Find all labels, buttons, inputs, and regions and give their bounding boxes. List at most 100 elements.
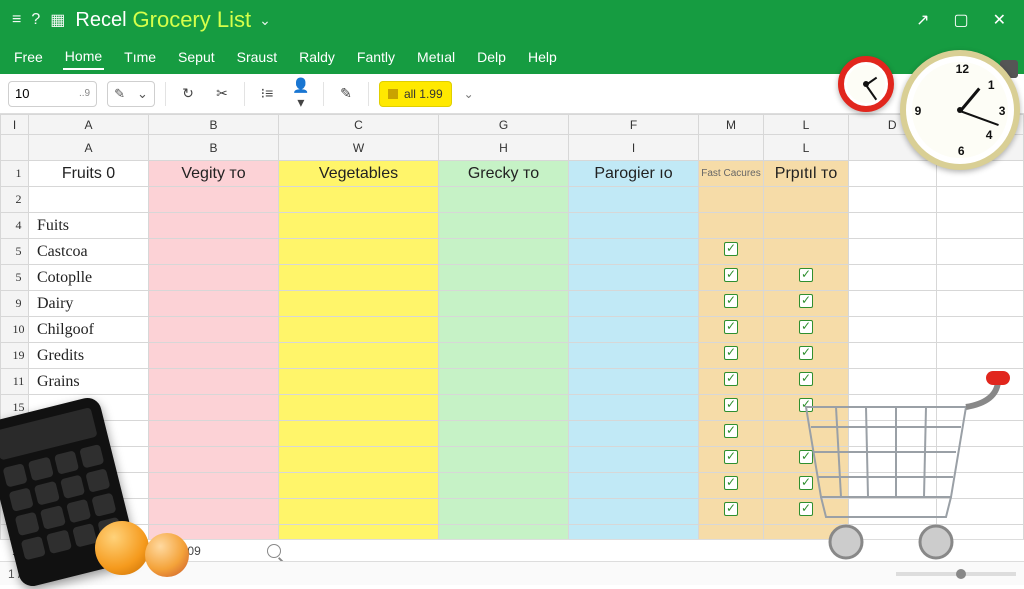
font-size-box[interactable]: ..9 [8, 81, 97, 107]
cell[interactable] [699, 291, 764, 317]
col-header[interactable]: A [29, 115, 149, 135]
col-header[interactable]: L [764, 115, 849, 135]
cell[interactable] [849, 161, 937, 187]
cell[interactable] [569, 499, 699, 525]
cell[interactable] [149, 473, 279, 499]
cell[interactable] [936, 187, 1024, 213]
cell[interactable] [764, 187, 849, 213]
format-icon[interactable]: ⁝≡ [255, 85, 279, 102]
cell[interactable] [569, 343, 699, 369]
cell[interactable] [149, 369, 279, 395]
col-header[interactable]: F [569, 115, 699, 135]
cell[interactable] [699, 213, 764, 239]
cell[interactable] [149, 291, 279, 317]
table-row[interactable]: 2 [1, 187, 1024, 213]
cell[interactable] [149, 213, 279, 239]
cell[interactable]: Castcoa [29, 239, 149, 265]
cell[interactable] [569, 317, 699, 343]
tab-fantly[interactable]: Fantly [355, 45, 397, 69]
row-header[interactable]: 5 [1, 239, 29, 265]
cell[interactable]: Cotoplle [29, 265, 149, 291]
cell[interactable]: Fuits [29, 213, 149, 239]
cell[interactable] [849, 265, 937, 291]
cell[interactable] [149, 421, 279, 447]
cell[interactable] [699, 447, 764, 473]
checkbox-icon[interactable] [724, 398, 738, 412]
checkbox-icon[interactable] [799, 346, 813, 360]
cell[interactable] [699, 343, 764, 369]
cell[interactable] [279, 187, 439, 213]
table-row[interactable]: 5Castcoa [1, 239, 1024, 265]
cell[interactable] [849, 343, 937, 369]
cell[interactable] [764, 291, 849, 317]
checkbox-icon[interactable] [724, 476, 738, 490]
row-header[interactable]: 9 [1, 291, 29, 317]
tab-time[interactable]: Tıme [122, 45, 158, 69]
checkbox-icon[interactable] [799, 268, 813, 282]
cell[interactable] [569, 421, 699, 447]
cell[interactable] [279, 395, 439, 421]
row-header[interactable]: 5 [1, 265, 29, 291]
cell[interactable] [764, 317, 849, 343]
highlight-pill[interactable]: all 1.99 [379, 81, 452, 107]
cell[interactable]: Vegity ᴛo [149, 161, 279, 187]
table-row[interactable]: 10Chilgoof [1, 317, 1024, 343]
cell[interactable] [279, 213, 439, 239]
cell[interactable] [936, 317, 1024, 343]
cell[interactable] [569, 369, 699, 395]
document-title[interactable]: Grocery List [133, 7, 252, 33]
cell[interactable] [764, 343, 849, 369]
tab-free[interactable]: Free [12, 45, 45, 69]
cell[interactable] [569, 291, 699, 317]
cell[interactable] [936, 265, 1024, 291]
cell[interactable] [149, 343, 279, 369]
cell[interactable] [439, 239, 569, 265]
cell[interactable] [149, 395, 279, 421]
checkbox-icon[interactable] [724, 372, 738, 386]
cell[interactable] [936, 343, 1024, 369]
edit-icon[interactable]: ✎ [334, 85, 358, 102]
cut-icon[interactable]: ✂ [210, 85, 234, 102]
row-header[interactable]: 1 [1, 161, 29, 187]
cell[interactable]: Fruits 0 [29, 161, 149, 187]
cell[interactable]: Grecky ᴛo [439, 161, 569, 187]
cell[interactable]: Dairy [29, 291, 149, 317]
cell[interactable] [569, 265, 699, 291]
checkbox-icon[interactable] [724, 268, 738, 282]
checkbox-icon[interactable] [724, 450, 738, 464]
maximize-icon[interactable]: ▢ [953, 10, 968, 30]
cell[interactable] [699, 369, 764, 395]
cell[interactable] [699, 317, 764, 343]
style-dropdown[interactable]: ✎⌄ [107, 81, 155, 107]
table-row[interactable]: 9Dairy [1, 291, 1024, 317]
col-header[interactable]: M [699, 115, 764, 135]
cell[interactable] [849, 317, 937, 343]
close-icon[interactable]: ✕ [993, 10, 1006, 30]
col-sub[interactable]: A [29, 135, 149, 161]
table-row[interactable]: 4Fuits [1, 213, 1024, 239]
col-sub[interactable]: L [764, 135, 849, 161]
table-row[interactable]: 5Cotoplle [1, 265, 1024, 291]
col-header[interactable]: C [279, 115, 439, 135]
cell[interactable] [279, 291, 439, 317]
table-row[interactable]: 19Gredits [1, 343, 1024, 369]
cell[interactable] [849, 239, 937, 265]
cell[interactable] [439, 291, 569, 317]
row-header[interactable]: 10 [1, 317, 29, 343]
cell[interactable] [569, 395, 699, 421]
help-icon[interactable]: ? [31, 11, 40, 29]
cell[interactable] [279, 473, 439, 499]
cell[interactable] [936, 291, 1024, 317]
cell[interactable]: Vegetables [279, 161, 439, 187]
cell[interactable] [149, 265, 279, 291]
row-header[interactable]: 4 [1, 213, 29, 239]
cell[interactable] [149, 499, 279, 525]
checkbox-icon[interactable] [799, 294, 813, 308]
refresh-icon[interactable]: ↻ [176, 85, 200, 102]
select-all-corner[interactable]: I [1, 115, 29, 135]
search-icon[interactable] [267, 544, 281, 558]
cell[interactable] [699, 473, 764, 499]
cell[interactable] [764, 239, 849, 265]
col-header[interactable]: B [149, 115, 279, 135]
cell[interactable] [699, 265, 764, 291]
